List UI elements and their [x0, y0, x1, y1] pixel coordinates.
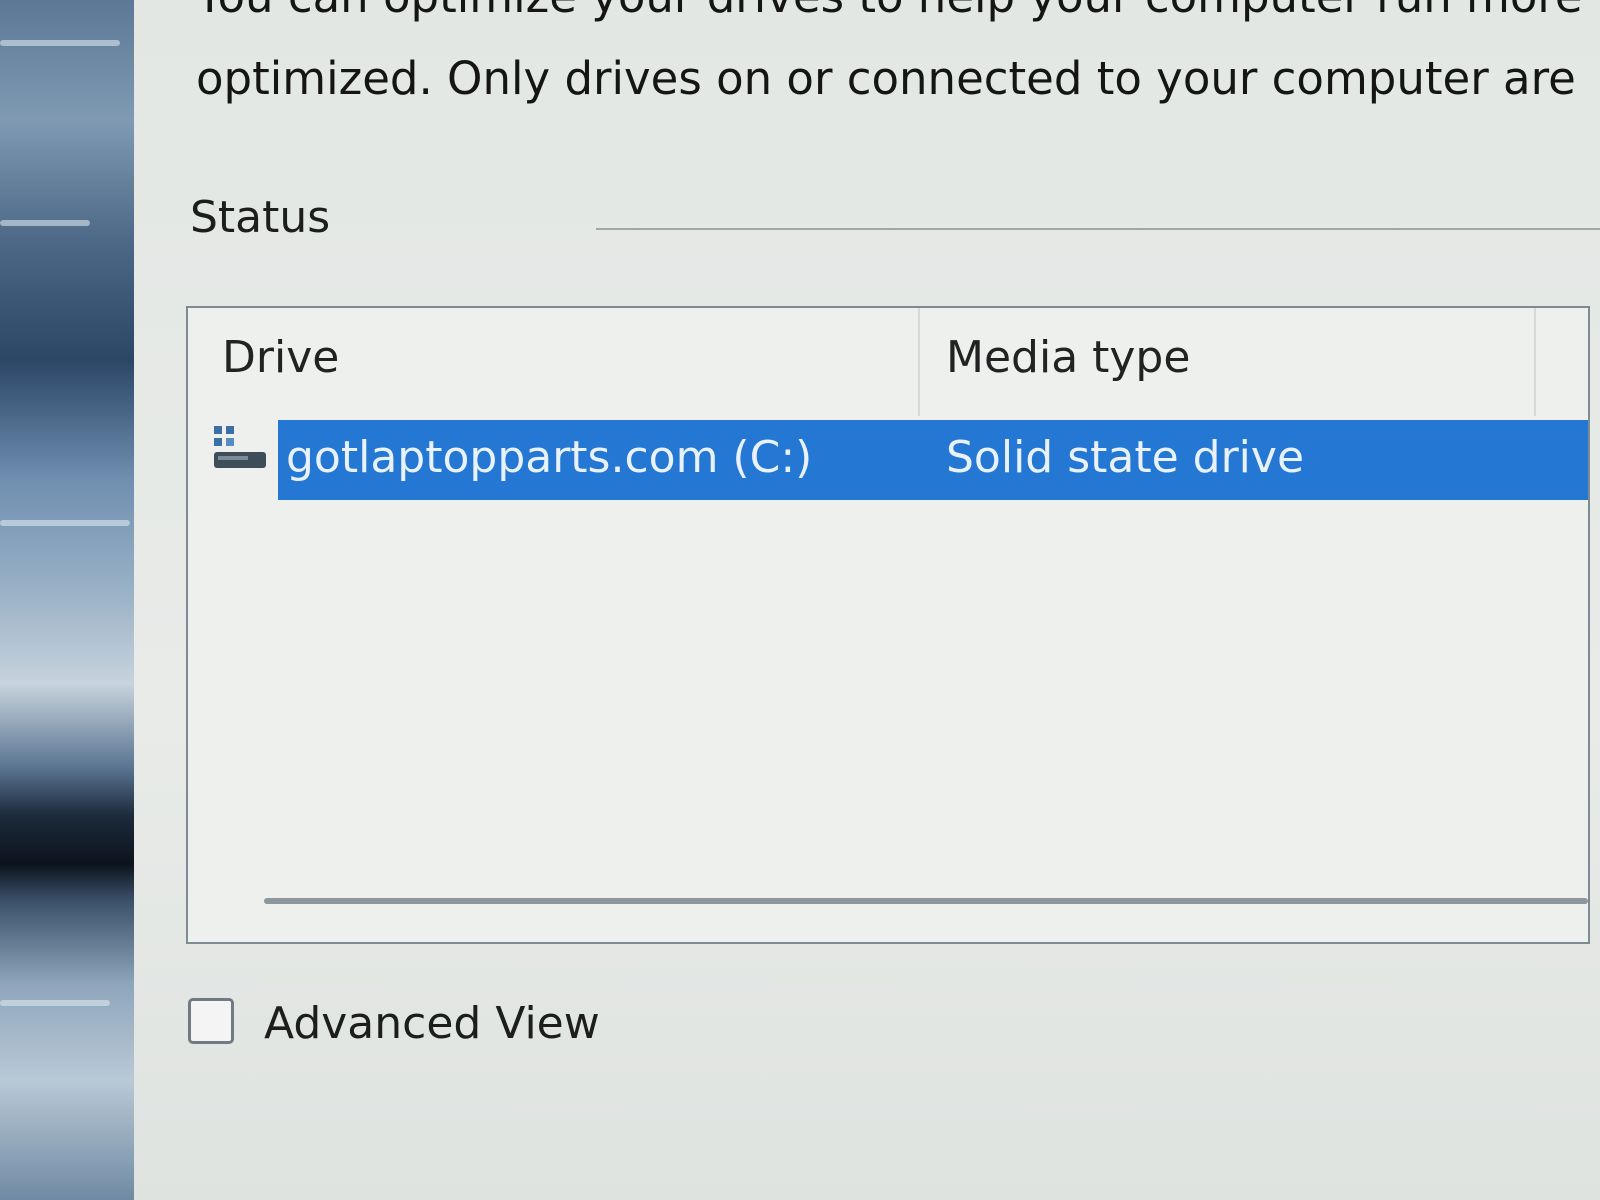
wallpaper-cloud-streak [0, 220, 90, 226]
wallpaper-cloud-streak [0, 520, 130, 526]
advanced-view-checkbox[interactable] [188, 998, 234, 1044]
status-heading: Status [190, 192, 331, 243]
column-header-media-type[interactable]: Media type [946, 332, 1190, 383]
description-line-1: You can optimize your drives to help you… [196, 0, 1600, 38]
horizontal-scrollbar[interactable] [264, 898, 1588, 904]
drive-list[interactable]: Drive Media type gotlaptopparts.com (C:)… [186, 306, 1590, 944]
column-separator[interactable] [918, 308, 920, 416]
optimize-drives-dialog: You can optimize your drives to help you… [134, 0, 1600, 1200]
column-separator[interactable] [1534, 308, 1536, 416]
column-header-drive[interactable]: Drive [222, 332, 339, 383]
status-divider [596, 228, 1600, 230]
wallpaper-water-streak [0, 1000, 110, 1006]
drive-list-header: Drive Media type [188, 308, 1588, 418]
media-type-cell[interactable]: Solid state drive [946, 432, 1304, 483]
dialog-description: You can optimize your drives to help you… [196, 0, 1600, 120]
desktop-wallpaper [0, 0, 140, 1200]
drive-icon [214, 426, 266, 468]
advanced-view-label[interactable]: Advanced View [264, 998, 600, 1049]
drive-name-cell[interactable]: gotlaptopparts.com (C:) [286, 432, 812, 483]
drive-row[interactable]: gotlaptopparts.com (C:) Solid state driv… [208, 420, 1588, 504]
wallpaper-cloud-streak [0, 40, 120, 46]
description-line-2: optimized. Only drives on or connected t… [196, 52, 1576, 105]
